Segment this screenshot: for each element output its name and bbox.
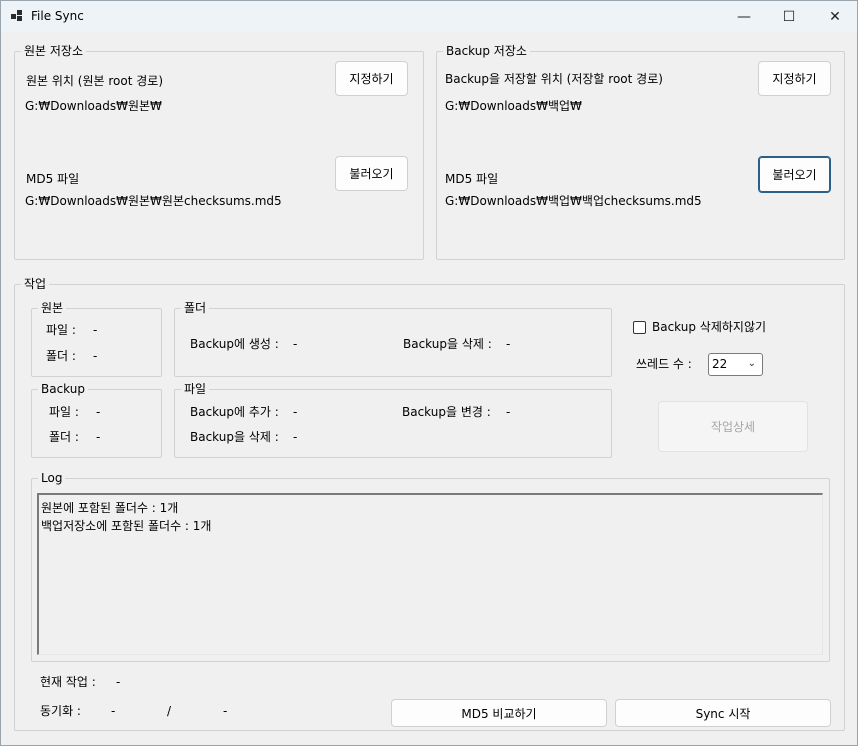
work-file-box: 파일 bbox=[174, 381, 612, 458]
sync-progress-label: 동기화 : bbox=[40, 704, 81, 718]
minimize-icon: — bbox=[737, 8, 751, 25]
source-md5-path: G:₩Downloads₩원본₩원본checksums.md5 bbox=[25, 194, 282, 208]
current-work-label: 현재 작업 : bbox=[40, 675, 96, 689]
backup-md5-label: MD5 파일 bbox=[445, 172, 499, 186]
work-file-title: 파일 bbox=[181, 381, 210, 397]
folder-create-value: - bbox=[293, 337, 298, 351]
file-sync-window: File Sync — ☐ ✕ 원본 저장소 원본 위치 (원본 root 경로… bbox=[0, 0, 858, 746]
work-backup-folder-label: 폴더 : bbox=[49, 430, 79, 444]
chevron-down-icon: ⌄ bbox=[747, 358, 756, 369]
source-location-label: 원본 위치 (원본 root 경로) bbox=[26, 74, 164, 88]
close-icon: ✕ bbox=[829, 8, 841, 25]
work-detail-button[interactable]: 작업상세 bbox=[658, 401, 808, 452]
thread-count-value: 22 bbox=[712, 357, 728, 371]
minimize-button[interactable]: — bbox=[721, 1, 767, 32]
backup-md5-path: G:₩Downloads₩백업₩백업checksums.md5 bbox=[445, 194, 702, 208]
source-md5-label: MD5 파일 bbox=[26, 172, 80, 186]
sync-start-button[interactable]: Sync 시작 bbox=[615, 699, 831, 727]
file-change-value: - bbox=[506, 405, 511, 419]
current-work-value: - bbox=[116, 675, 121, 689]
work-backup-file-value: - bbox=[96, 405, 101, 419]
file-change-label: Backup을 변경 : bbox=[402, 405, 491, 419]
backup-location-label: Backup을 저장할 위치 (저장할 root 경로) bbox=[445, 72, 663, 86]
maximize-icon: ☐ bbox=[782, 8, 796, 25]
maximize-button[interactable]: ☐ bbox=[766, 1, 812, 32]
backup-storage-title: Backup 저장소 bbox=[443, 43, 530, 59]
work-backup-file-label: 파일 : bbox=[49, 405, 79, 419]
source-storage-title: 원본 저장소 bbox=[21, 43, 87, 59]
no-delete-checkbox[interactable] bbox=[633, 321, 646, 334]
work-backup-title: Backup bbox=[38, 381, 88, 397]
folder-delete-label: Backup을 삭제 : bbox=[403, 337, 492, 351]
file-add-label: Backup에 추가 : bbox=[190, 405, 279, 419]
log-line: 백업저장소에 포함된 폴더수 : 1개 bbox=[41, 519, 212, 533]
log-textbox[interactable]: 원본에 포함된 폴더수 : 1개 백업저장소에 포함된 폴더수 : 1개 bbox=[37, 493, 823, 655]
md5-compare-button[interactable]: MD5 비교하기 bbox=[391, 699, 607, 727]
file-add-value: - bbox=[293, 405, 298, 419]
log-title: Log bbox=[38, 470, 66, 486]
sync-total-count: - bbox=[223, 704, 228, 718]
folder-delete-value: - bbox=[506, 337, 511, 351]
backup-location-button[interactable]: 지정하기 bbox=[758, 61, 831, 96]
no-delete-label[interactable]: Backup 삭제하지않기 bbox=[652, 319, 766, 335]
work-source-file-value: - bbox=[93, 323, 98, 337]
work-source-title: 원본 bbox=[38, 300, 67, 316]
file-delete-label: Backup을 삭제 : bbox=[190, 430, 279, 444]
sync-separator: / bbox=[167, 704, 172, 718]
sync-done-count: - bbox=[111, 704, 116, 718]
work-source-folder-value: - bbox=[93, 349, 98, 363]
log-line: 원본에 포함된 폴더수 : 1개 bbox=[41, 501, 179, 515]
thread-count-select[interactable]: 22 ⌄ bbox=[708, 353, 763, 376]
source-location-button[interactable]: 지정하기 bbox=[335, 61, 408, 96]
backup-md5-load-button[interactable]: 불러오기 bbox=[758, 156, 831, 193]
backup-location-path: G:₩Downloads₩백업₩ bbox=[445, 99, 582, 113]
work-backup-folder-value: - bbox=[96, 430, 101, 444]
work-source-box: 원본 bbox=[31, 300, 162, 377]
work-folder-title: 폴더 bbox=[181, 300, 210, 316]
close-button[interactable]: ✕ bbox=[812, 1, 858, 32]
work-source-folder-label: 폴더 : bbox=[46, 349, 76, 363]
file-delete-value: - bbox=[293, 430, 298, 444]
source-md5-load-button[interactable]: 불러오기 bbox=[335, 156, 408, 191]
thread-count-label: 쓰레드 수 : bbox=[636, 357, 692, 371]
window-title: File Sync bbox=[31, 9, 84, 23]
source-location-path: G:₩Downloads₩원본₩ bbox=[25, 99, 162, 113]
app-icon bbox=[11, 10, 23, 22]
work-backup-box: Backup bbox=[31, 381, 162, 458]
work-title: 작업 bbox=[21, 276, 50, 292]
folder-create-label: Backup에 생성 : bbox=[190, 337, 279, 351]
work-source-file-label: 파일 : bbox=[46, 323, 76, 337]
title-bar[interactable]: File Sync — ☐ ✕ bbox=[1, 1, 857, 32]
